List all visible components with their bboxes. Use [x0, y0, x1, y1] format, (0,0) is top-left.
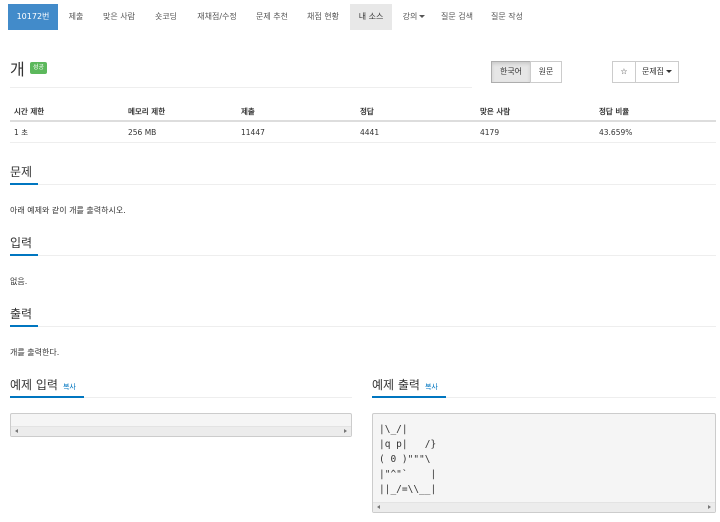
- output-heading: 출력: [10, 307, 33, 321]
- problem-header: 개 성공: [10, 56, 472, 88]
- heading-accent: [372, 396, 446, 398]
- heading-accent: [10, 396, 84, 398]
- ratio-value: 43.659%: [599, 128, 633, 137]
- input-heading: 입력: [10, 236, 33, 250]
- header-accepted: 정답: [360, 107, 374, 116]
- tab-solvers[interactable]: 맞은 사람: [96, 4, 142, 30]
- sample-output-title: 예제 출력: [372, 378, 420, 392]
- sample-output-box: |\_/| |q p| /} ( 0 )"""\ |"^"` | ||_/=\\…: [372, 413, 716, 513]
- header-submissions: 제출: [241, 107, 255, 116]
- divider: [10, 184, 716, 185]
- table-header-row: 시간 제한 메모리 제한 제출 정답 맞은 사람 정답 비율: [10, 101, 716, 122]
- tab-problem-number[interactable]: 10172번: [8, 4, 58, 30]
- language-korean-button[interactable]: 한국어: [491, 61, 531, 83]
- tab-my-source[interactable]: 내 소스: [350, 4, 392, 30]
- copy-sample-input-button[interactable]: 복사: [63, 383, 76, 391]
- scroll-left-icon[interactable]: [377, 505, 380, 509]
- tab-recommend[interactable]: 문제 추천: [250, 4, 294, 30]
- time-limit-value: 1 초: [14, 128, 29, 137]
- tab-short-coding[interactable]: 숏코딩: [148, 4, 184, 30]
- tab-question-search[interactable]: 질문 검색: [434, 4, 480, 30]
- problem-nav: 10172번 제출 맞은 사람 숏코딩 재채점/수정 문제 추천 채점 현황 내…: [0, 0, 720, 34]
- sample-output-heading: 예제 출력 복사: [372, 376, 438, 393]
- divider: [10, 326, 716, 327]
- tab-submit[interactable]: 제출: [60, 4, 92, 30]
- input-text: 없음.: [10, 277, 28, 286]
- output-text: 개를 출력한다.: [10, 348, 60, 357]
- description-heading: 문제: [10, 165, 33, 179]
- sample-input-heading: 예제 입력 복사: [10, 376, 76, 393]
- scroll-right-icon[interactable]: [344, 429, 347, 433]
- sample-input-title: 예제 입력: [10, 378, 58, 392]
- tab-lecture[interactable]: 강의: [398, 4, 430, 30]
- status-badge: 성공: [30, 62, 48, 74]
- header-solvers: 맞은 사람: [480, 107, 511, 116]
- accepted-value: 4441: [360, 128, 380, 137]
- sample-input-box: [10, 413, 352, 437]
- copy-sample-output-button[interactable]: 복사: [425, 383, 438, 391]
- horizontal-scrollbar[interactable]: [11, 426, 351, 436]
- scroll-right-icon[interactable]: [708, 505, 711, 509]
- problem-info-table: 시간 제한 메모리 제한 제출 정답 맞은 사람 정답 비율 1 초 256 M…: [10, 101, 716, 143]
- problemset-label: 문제집: [641, 67, 665, 76]
- page-title: 개: [10, 60, 25, 79]
- table-row: 1 초 256 MB 11447 4441 4179 43.659%: [10, 122, 716, 143]
- header-memory-limit: 메모리 제한: [128, 107, 166, 116]
- header-ratio: 정답 비율: [599, 107, 630, 116]
- description-text: 아래 예제와 같이 개를 출력하시오.: [10, 206, 126, 215]
- heading-accent: [10, 325, 38, 327]
- submissions-value: 11447: [241, 128, 265, 137]
- chevron-down-icon: [419, 15, 426, 18]
- chevron-down-icon: [666, 70, 673, 73]
- horizontal-scrollbar[interactable]: [373, 502, 715, 512]
- problemset-dropdown[interactable]: 문제집: [635, 61, 679, 83]
- tab-lecture-label: 강의: [402, 12, 418, 21]
- tab-status[interactable]: 채점 현황: [300, 4, 346, 30]
- language-original-button[interactable]: 원문: [530, 61, 562, 83]
- solvers-value: 4179: [480, 128, 500, 137]
- header-time-limit: 시간 제한: [14, 107, 45, 116]
- memory-limit-value: 256 MB: [128, 128, 157, 137]
- tab-question-write[interactable]: 질문 작성: [484, 4, 530, 30]
- scroll-left-icon[interactable]: [15, 429, 18, 433]
- heading-accent: [10, 183, 38, 185]
- divider: [10, 255, 716, 256]
- tab-rejudge[interactable]: 재채점/수정: [190, 4, 244, 30]
- heading-accent: [10, 254, 38, 256]
- sample-output-content: |\_/| |q p| /} ( 0 )"""\ |"^"` | ||_/=\\…: [379, 424, 437, 495]
- star-icon[interactable]: ☆: [612, 61, 636, 83]
